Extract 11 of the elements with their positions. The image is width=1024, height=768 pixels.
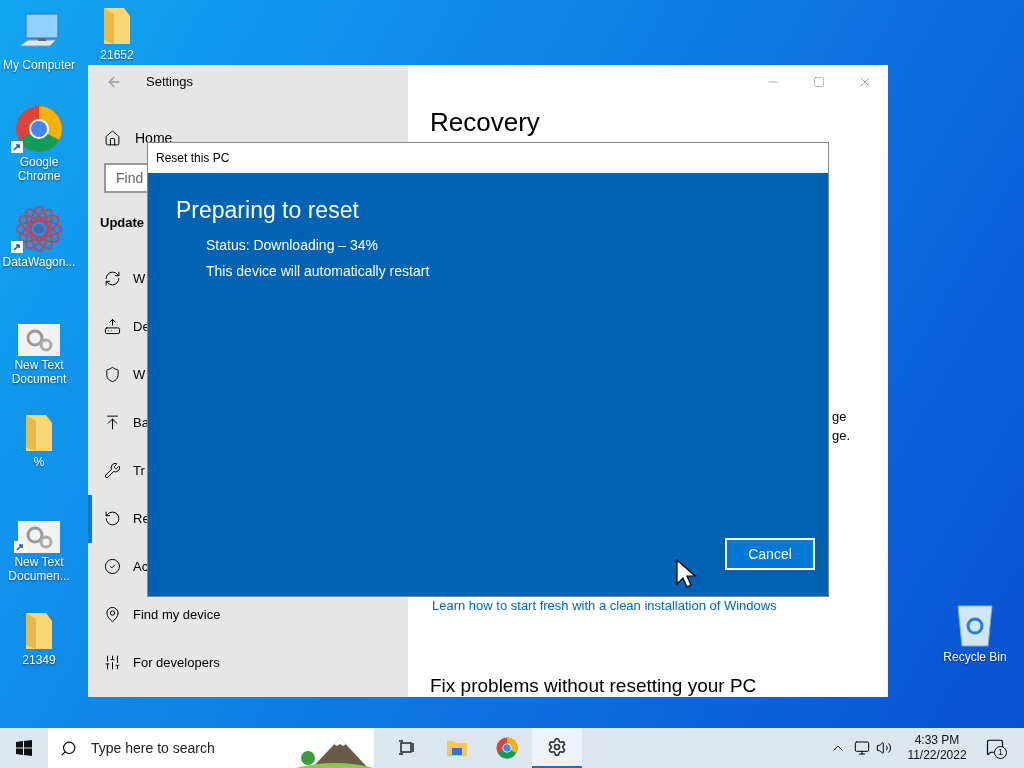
notification-count: 1 (994, 746, 1007, 759)
page-heading: Recovery (430, 107, 541, 137)
section-heading: Update (100, 214, 146, 232)
body-text: ge. (832, 427, 851, 445)
body-text: ge (832, 408, 847, 426)
restart-note: This device will automatically restart (206, 262, 431, 281)
status-text: Status: Downloading – 34% (206, 236, 379, 255)
dialog-title: Reset this PC (156, 150, 230, 167)
window-title: Settings (146, 73, 193, 92)
dialog-heading: Preparing to reset (176, 196, 360, 225)
section-heading: Fix problems without resetting your PC (430, 674, 757, 698)
